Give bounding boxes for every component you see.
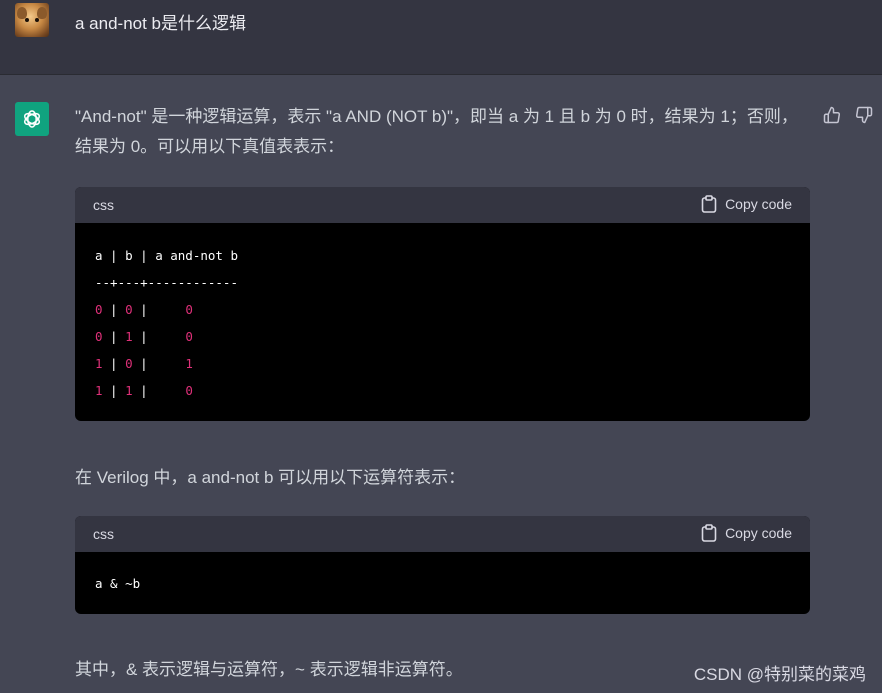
- truth-table-row: 0 | 1 | 0: [95, 329, 193, 344]
- code-content: a | b | a and-not b --+---+------------ …: [75, 223, 810, 404]
- code-language-label: css: [93, 197, 114, 213]
- copy-code-button[interactable]: Copy code: [701, 195, 792, 213]
- clipboard-icon: [701, 524, 717, 542]
- thumbs-down-icon[interactable]: [855, 106, 873, 129]
- code-language-label: css: [93, 526, 114, 542]
- clipboard-icon: [701, 195, 717, 213]
- truth-table-row: 1 | 0 | 1: [95, 356, 193, 371]
- openai-logo-icon: [15, 102, 49, 136]
- user-message-text: a and-not b是什么逻辑: [75, 14, 247, 33]
- truth-table-row: 1 | 1 | 0: [95, 383, 193, 398]
- code-block-truth-table: css Copy code a | b | a and-not b --+---…: [75, 187, 810, 421]
- user-avatar: [15, 3, 49, 37]
- code-block-verilog: css Copy code a & ~b: [75, 516, 810, 614]
- copy-code-button[interactable]: Copy code: [701, 524, 792, 542]
- code-line-expression: a & ~b: [95, 576, 141, 591]
- code-block-header: css Copy code: [75, 516, 810, 552]
- copy-code-label: Copy code: [725, 525, 792, 541]
- copy-code-label: Copy code: [725, 196, 792, 212]
- code-line-header: a | b | a and-not b: [95, 248, 238, 263]
- user-message-row: a and-not b是什么逻辑: [0, 0, 882, 75]
- response-paragraph-intro: "And-not" 是一种逻辑运算，表示 "a AND (NOT b)"，即当 …: [75, 107, 798, 156]
- code-block-header: css Copy code: [75, 187, 810, 223]
- thumbs-up-icon[interactable]: [823, 106, 841, 129]
- csdn-watermark: CSDN @特别菜的菜鸡: [693, 665, 866, 684]
- truth-table-row: 0 | 0 | 0: [95, 302, 193, 317]
- code-line-separator: --+---+------------: [95, 275, 238, 290]
- code-content: a & ~b: [75, 552, 810, 597]
- response-paragraph-verilog: 在 Verilog 中，a and-not b 可以用以下运算符表示：: [75, 468, 466, 487]
